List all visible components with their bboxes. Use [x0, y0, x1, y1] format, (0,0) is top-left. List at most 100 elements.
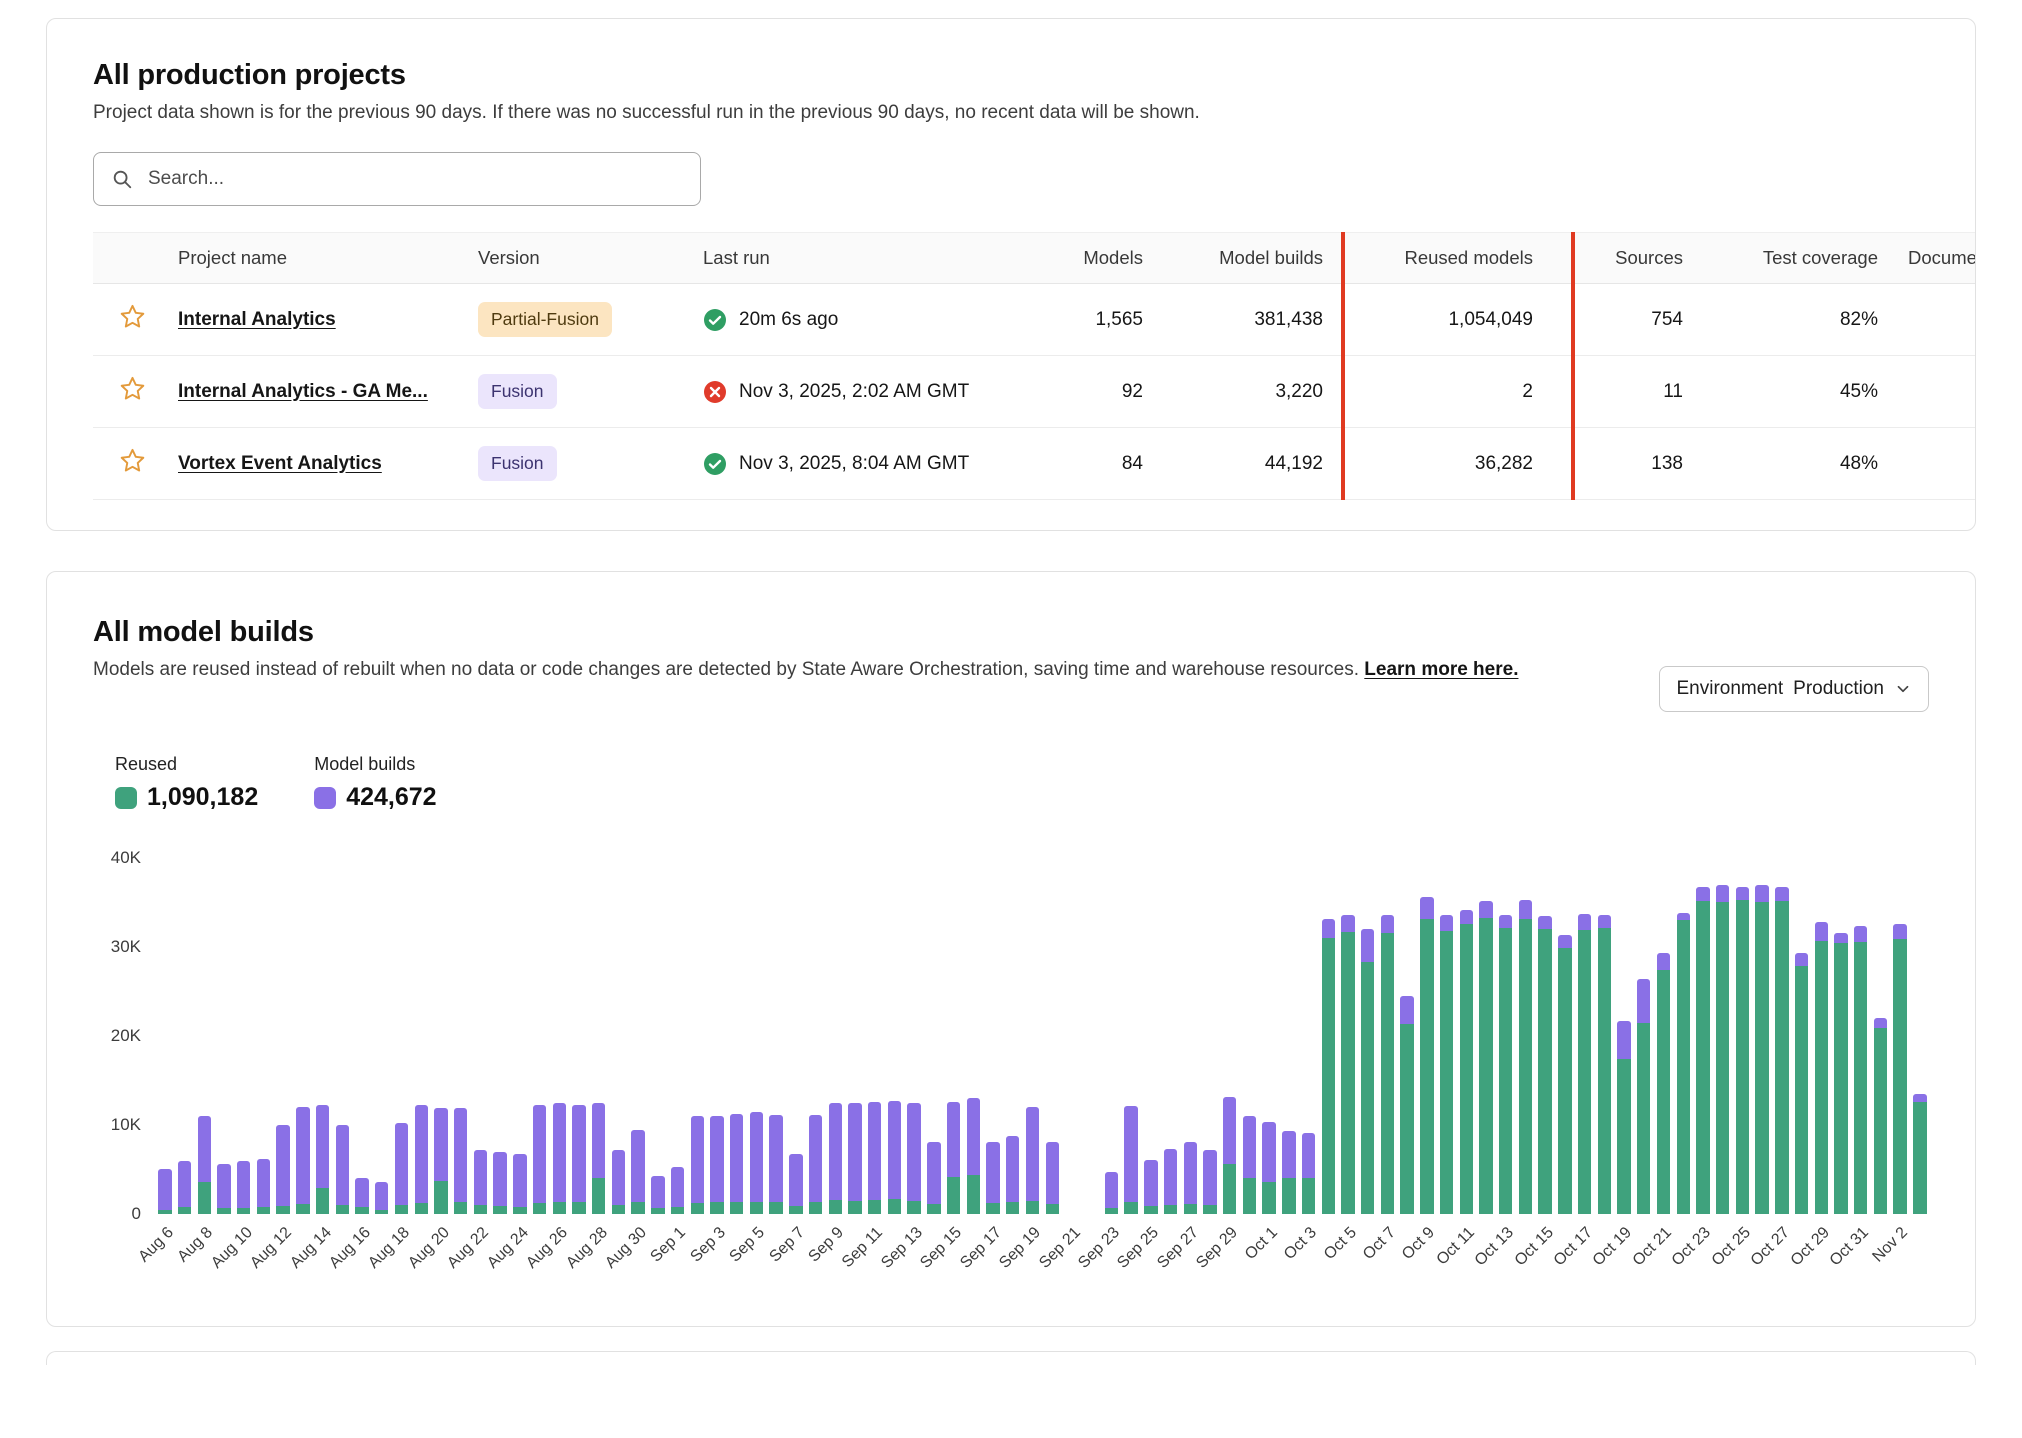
stacked-bar[interactable]	[628, 858, 648, 1214]
stacked-bar[interactable]	[1614, 858, 1634, 1214]
search-input[interactable]	[93, 152, 701, 206]
stacked-bar[interactable]	[1811, 858, 1831, 1214]
x-tick-label: Oct 13	[1472, 1224, 1518, 1270]
stacked-bar[interactable]	[885, 858, 905, 1214]
stacked-bar[interactable]	[1772, 858, 1792, 1214]
stacked-bar[interactable]	[1910, 858, 1930, 1214]
stacked-bar[interactable]	[1121, 858, 1141, 1214]
stacked-bar[interactable]	[569, 858, 589, 1214]
stacked-bar[interactable]	[1180, 858, 1200, 1214]
stacked-bar[interactable]	[175, 858, 195, 1214]
stacked-bar[interactable]	[332, 858, 352, 1214]
favorite-star-button[interactable]	[119, 447, 146, 474]
stacked-bar[interactable]	[1851, 858, 1871, 1214]
stacked-bar[interactable]	[1871, 858, 1891, 1214]
project-name-link[interactable]: Internal Analytics	[178, 309, 336, 330]
stacked-bar[interactable]	[451, 858, 471, 1214]
stacked-bar[interactable]	[1318, 858, 1338, 1214]
stacked-bar[interactable]	[1496, 858, 1516, 1214]
stacked-bar[interactable]	[1378, 858, 1398, 1214]
stacked-bar[interactable]	[1397, 858, 1417, 1214]
stacked-bar[interactable]	[1733, 858, 1753, 1214]
stacked-bar[interactable]	[1003, 858, 1023, 1214]
stacked-bar[interactable]	[1141, 858, 1161, 1214]
stacked-bar[interactable]	[313, 858, 333, 1214]
stacked-bar[interactable]	[1417, 858, 1437, 1214]
stacked-bar[interactable]	[845, 858, 865, 1214]
stacked-bar[interactable]	[471, 858, 491, 1214]
stacked-bar[interactable]	[1476, 858, 1496, 1214]
stacked-bar[interactable]	[234, 858, 254, 1214]
project-name-link[interactable]: Internal Analytics - GA Me...	[178, 381, 428, 402]
stacked-bar[interactable]	[1200, 858, 1220, 1214]
stacked-bar[interactable]	[609, 858, 629, 1214]
stacked-bar[interactable]	[1673, 858, 1693, 1214]
learn-more-link[interactable]: Learn more here.	[1364, 659, 1518, 680]
stacked-bar[interactable]	[392, 858, 412, 1214]
stacked-bar[interactable]	[510, 858, 530, 1214]
stacked-bar[interactable]	[273, 858, 293, 1214]
stacked-bar[interactable]	[1575, 858, 1595, 1214]
stacked-bar[interactable]	[431, 858, 451, 1214]
stacked-bar[interactable]	[944, 858, 964, 1214]
stacked-bar[interactable]	[1042, 858, 1062, 1214]
stacked-bar[interactable]	[1299, 858, 1319, 1214]
stacked-bar[interactable]	[865, 858, 885, 1214]
stacked-bar[interactable]	[825, 858, 845, 1214]
stacked-bar[interactable]	[589, 858, 609, 1214]
stacked-bar[interactable]	[687, 858, 707, 1214]
stacked-bar[interactable]	[963, 858, 983, 1214]
stacked-bar[interactable]	[648, 858, 668, 1214]
stacked-bar[interactable]	[924, 858, 944, 1214]
stacked-bar[interactable]	[490, 858, 510, 1214]
stacked-bar[interactable]	[1594, 858, 1614, 1214]
stacked-bar[interactable]	[1161, 858, 1181, 1214]
environment-dropdown[interactable]: Environment Production	[1659, 666, 1929, 712]
stacked-bar[interactable]	[1220, 858, 1240, 1214]
stacked-bar[interactable]	[254, 858, 274, 1214]
stacked-bar[interactable]	[1792, 858, 1812, 1214]
stacked-bar[interactable]	[1516, 858, 1536, 1214]
stacked-bar[interactable]	[1890, 858, 1910, 1214]
stacked-bar[interactable]	[1831, 858, 1851, 1214]
stacked-bar[interactable]	[806, 858, 826, 1214]
stacked-bar[interactable]	[411, 858, 431, 1214]
stacked-bar[interactable]	[727, 858, 747, 1214]
stacked-bar[interactable]	[1102, 858, 1122, 1214]
project-name-link[interactable]: Vortex Event Analytics	[178, 453, 382, 474]
stacked-bar[interactable]	[1082, 858, 1102, 1214]
stacked-bar[interactable]	[668, 858, 688, 1214]
stacked-bar[interactable]	[1062, 858, 1082, 1214]
stacked-bar[interactable]	[194, 858, 214, 1214]
stacked-bar[interactable]	[766, 858, 786, 1214]
stacked-bar[interactable]	[1693, 858, 1713, 1214]
stacked-bar[interactable]	[1279, 858, 1299, 1214]
stacked-bar[interactable]	[549, 858, 569, 1214]
stacked-bar[interactable]	[1654, 858, 1674, 1214]
favorite-star-button[interactable]	[119, 303, 146, 330]
stacked-bar[interactable]	[1634, 858, 1654, 1214]
stacked-bar[interactable]	[786, 858, 806, 1214]
stacked-bar[interactable]	[1437, 858, 1457, 1214]
stacked-bar[interactable]	[1752, 858, 1772, 1214]
stacked-bar[interactable]	[214, 858, 234, 1214]
stacked-bar[interactable]	[155, 858, 175, 1214]
stacked-bar[interactable]	[372, 858, 392, 1214]
stacked-bar[interactable]	[707, 858, 727, 1214]
stacked-bar[interactable]	[293, 858, 313, 1214]
stacked-bar[interactable]	[1338, 858, 1358, 1214]
stacked-bar[interactable]	[1713, 858, 1733, 1214]
stacked-bar[interactable]	[1555, 858, 1575, 1214]
stacked-bar[interactable]	[1358, 858, 1378, 1214]
stacked-bar[interactable]	[747, 858, 767, 1214]
stacked-bar[interactable]	[1240, 858, 1260, 1214]
stacked-bar[interactable]	[983, 858, 1003, 1214]
stacked-bar[interactable]	[904, 858, 924, 1214]
stacked-bar[interactable]	[352, 858, 372, 1214]
favorite-star-button[interactable]	[119, 375, 146, 402]
stacked-bar[interactable]	[1259, 858, 1279, 1214]
stacked-bar[interactable]	[1456, 858, 1476, 1214]
stacked-bar[interactable]	[530, 858, 550, 1214]
stacked-bar[interactable]	[1023, 858, 1043, 1214]
stacked-bar[interactable]	[1535, 858, 1555, 1214]
